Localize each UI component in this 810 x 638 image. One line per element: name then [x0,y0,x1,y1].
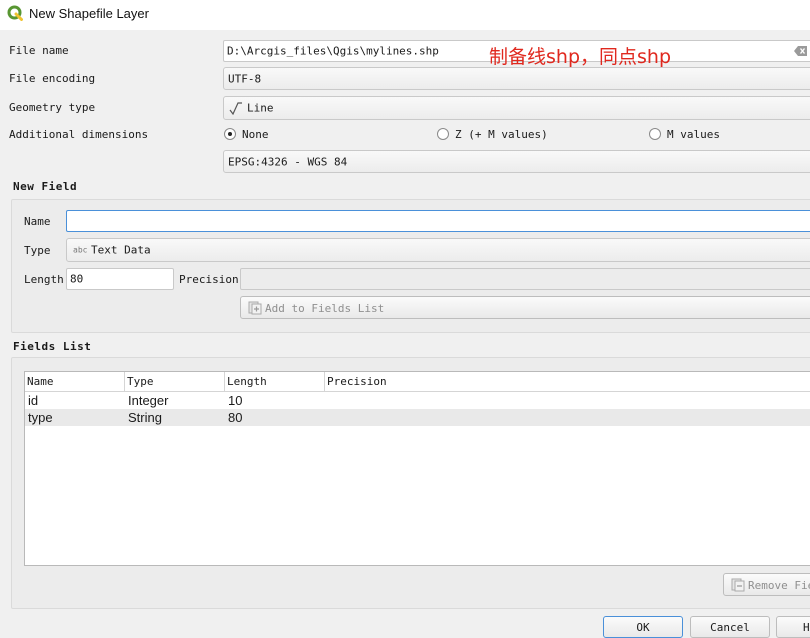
cancel-label: Cancel [710,621,750,634]
file-encoding-select[interactable]: UTF-8 [223,67,810,90]
remove-field-button[interactable]: Remove Fiel [723,573,810,596]
new-field-title: New Field [13,180,78,193]
field-length-label: Length [24,273,64,286]
add-field-icon [248,301,262,315]
cell-type: String [128,410,162,425]
dimension-z-label[interactable]: Z (+ M values) [455,128,548,141]
field-precision-label: Precision [179,273,239,286]
crs-selector[interactable]: EPSG:4326 - WGS 84 [223,150,810,173]
cell-length: 80 [228,410,243,425]
field-length-value: 80 [70,272,84,286]
column-header-name[interactable]: Name [25,372,125,392]
dimension-m-radio[interactable] [649,128,661,140]
field-name-input[interactable] [66,210,810,232]
cell-name: id [28,393,39,408]
text-type-icon: abc [73,245,88,255]
dimension-none-label[interactable]: None [242,128,269,141]
file-name-label: File name [9,44,69,57]
dimension-none-radio[interactable] [224,128,236,140]
column-header-length[interactable]: Length [225,372,325,392]
cell-name: type [28,410,53,425]
remove-field-label: Remove Fiel [748,579,810,592]
crs-value: EPSG:4326 - WGS 84 [228,155,348,168]
help-label: H [803,621,810,634]
file-encoding-label: File encoding [9,72,96,85]
ok-label: OK [636,621,650,634]
dimension-m-label[interactable]: M values [667,128,720,141]
add-to-fields-list-button[interactable]: Add to Fields List [240,296,810,319]
geometry-type-select[interactable]: Line [223,96,810,120]
field-type-label: Type [24,244,51,257]
file-name-value: D:\Arcgis_files\Qgis\mylines.shp [227,44,439,58]
cell-length: 10 [228,393,243,408]
field-type-value: Text Data [91,243,151,257]
annotation-text: 制备线shp，同点shp [489,46,672,68]
line-geometry-icon [229,102,242,115]
field-precision-input[interactable] [240,268,810,290]
fields-table: Name Type Length Precision id Integer 10… [24,371,810,566]
geometry-type-label: Geometry type [9,101,96,114]
remove-field-icon [731,578,745,592]
help-button[interactable]: H [776,616,810,638]
column-header-type[interactable]: Type [125,372,225,392]
qgis-logo-icon [7,5,23,21]
dimension-z-radio[interactable] [437,128,449,140]
table-row[interactable]: type String 80 [25,409,810,426]
field-length-input[interactable]: 80 [66,268,174,290]
geometry-type-value: Line [247,101,274,115]
fields-list-title: Fields List [13,340,92,353]
cell-type: Integer [128,393,169,408]
add-to-fields-list-label: Add to Fields List [265,302,385,315]
table-row[interactable]: id Integer 10 [25,392,810,409]
additional-dimensions-label: Additional dimensions [9,128,149,141]
cancel-button[interactable]: Cancel [690,616,770,638]
ok-button[interactable]: OK [603,616,683,638]
field-type-select[interactable]: abc Text Data [66,238,810,262]
clear-icon[interactable] [794,45,808,57]
field-name-label: Name [24,215,51,228]
window-title: New Shapefile Layer [29,6,149,21]
file-encoding-value: UTF-8 [228,72,262,85]
column-header-precision[interactable]: Precision [325,372,810,392]
